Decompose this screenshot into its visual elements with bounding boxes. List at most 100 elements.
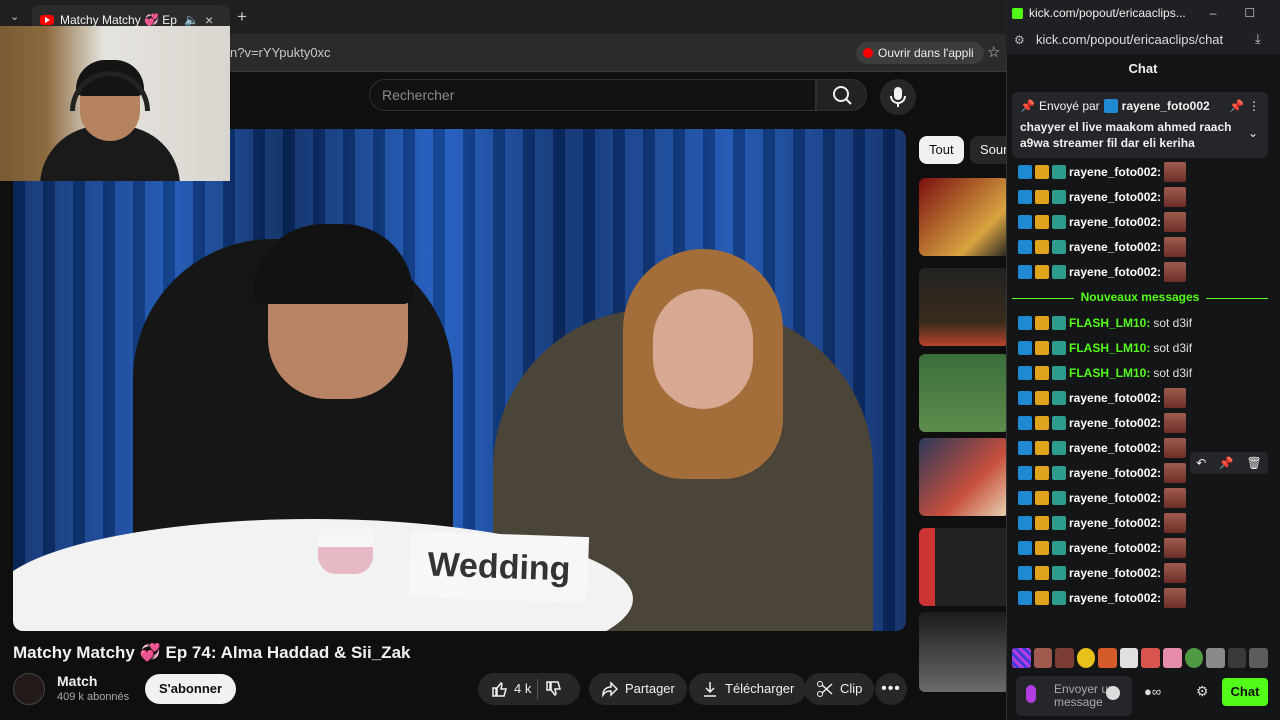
chat-username[interactable]: rayene_foto002: [1069,566,1161,580]
url-text[interactable]: n?v=rYYpukty0xc [230,45,331,60]
chat-username[interactable]: rayene_foto002: [1069,165,1161,179]
unpin-icon[interactable]: 📌 [1229,99,1244,113]
search-button[interactable] [816,79,867,111]
emote-icon[interactable] [1012,648,1031,668]
open-in-app-button[interactable]: Ouvrir dans l'appli [856,42,984,64]
search-input[interactable]: Rechercher [369,79,816,111]
emote-icon[interactable] [1076,648,1096,668]
rec-thumbnail-3[interactable] [919,354,1009,432]
emoji-picker-icon[interactable] [1106,686,1120,700]
chat-username[interactable]: rayene_foto002: [1069,591,1161,605]
video-player[interactable]: Wedding [13,129,906,631]
chat-username[interactable]: FLASH_LM10: [1069,316,1150,330]
download-button[interactable]: Télécharger [689,673,807,705]
chat-url-bar[interactable]: kick.com/popout/ericaaclips/chat [1006,26,1280,54]
voice-search-button[interactable] [880,79,916,115]
crown-badge-icon [1035,416,1049,430]
emote-icon [1164,488,1187,508]
chat-message[interactable]: rayene_foto002: [1018,388,1258,408]
rec-thumbnail-2[interactable] [919,268,1009,346]
emote-icon[interactable] [1184,648,1204,668]
crown-badge-icon [1035,391,1049,405]
emote-icon[interactable] [1055,648,1074,668]
chat-message[interactable]: rayene_foto002: [1018,187,1258,207]
new-tab-button[interactable]: + [237,7,247,27]
emote-icon[interactable] [1227,648,1247,668]
emote-icon[interactable] [1206,648,1225,668]
emote-icon [1164,538,1187,558]
chat-message[interactable]: rayene_foto002: [1018,413,1258,433]
chat-username[interactable]: rayene_foto002: [1069,240,1161,254]
site-settings-icon[interactable]: ⚙ [1014,33,1025,47]
chat-username[interactable]: rayene_foto002: [1069,541,1161,555]
chat-username[interactable]: rayene_foto002: [1069,391,1161,405]
chat-message[interactable]: rayene_foto002: [1018,563,1258,583]
chat-message[interactable]: rayene_foto002: [1018,237,1258,257]
download-tray-icon[interactable]: ⤓ [1255,31,1261,47]
chat-username[interactable]: rayene_foto002: [1069,441,1161,455]
rec-thumbnail-1[interactable] [919,178,1009,256]
subscriber-badge-icon [1052,566,1066,580]
chat-message[interactable]: rayene_foto002: [1018,513,1258,533]
chat-username[interactable]: rayene_foto002: [1069,466,1161,480]
emote-icon[interactable] [1163,648,1182,668]
chat-username[interactable]: rayene_foto002: [1069,516,1161,530]
like-button[interactable]: 4 k [490,673,531,705]
subscriber-badge-icon [1052,466,1066,480]
chat-settings-icon[interactable]: ⚙ [1196,683,1209,700]
microphone-icon[interactable] [1026,685,1036,703]
chat-username[interactable]: FLASH_LM10: [1069,366,1150,380]
send-chat-button[interactable]: Chat [1222,678,1268,706]
emote-icon [1164,262,1187,282]
emote-icon[interactable] [1098,648,1117,668]
emote-icon[interactable] [1141,648,1161,668]
emote-icon[interactable] [1249,648,1268,668]
chat-message[interactable]: FLASH_LM10: sot d3if [1018,363,1258,383]
dislike-button[interactable] [544,680,562,698]
mute-tab-icon[interactable]: 🔈 [184,13,199,27]
rec-thumbnail-5[interactable] [919,528,1009,606]
channel-avatar[interactable] [13,673,45,705]
emote-icon[interactable] [1033,648,1053,668]
channel-name[interactable]: Match [57,673,97,689]
subscribe-button[interactable]: S'abonner [145,674,237,704]
chat-message[interactable]: rayene_foto002: [1018,588,1258,608]
rec-thumbnail-4[interactable] [919,438,1009,516]
chat-message[interactable]: rayene_foto002: [1018,212,1258,232]
more-actions-button[interactable]: ••• [875,673,907,705]
crown-badge-icon [1035,541,1049,555]
chat-username[interactable]: FLASH_LM10: [1069,341,1150,355]
chat-username[interactable]: rayene_foto002: [1069,265,1161,279]
maximize-icon[interactable]: ☐ [1244,6,1255,20]
pinned-menu-icon[interactable]: ⋮ [1248,99,1260,113]
bookmark-star-icon[interactable]: ☆ [987,43,1000,61]
reply-icon[interactable]: ↶ [1196,456,1206,470]
chat-username[interactable]: rayene_foto002: [1069,215,1161,229]
chat-users-icon[interactable]: ●∞ [1144,684,1161,699]
tab-list-chevron-icon[interactable]: ⌄ [10,10,19,23]
emote-icon[interactable] [1119,648,1139,668]
chat-message-input[interactable]: Envoyer un message [1016,676,1132,716]
pin-message-icon[interactable]: 📌 [1219,456,1234,470]
share-button[interactable]: Partager [589,673,687,705]
chat-message[interactable]: FLASH_LM10: sot d3if [1018,313,1258,333]
subscriber-badge-icon [1052,391,1066,405]
chat-username[interactable]: rayene_foto002: [1069,491,1161,505]
chat-message[interactable]: FLASH_LM10: sot d3if [1018,338,1258,358]
chip-all[interactable]: Tout [919,136,964,164]
rec-thumbnail-6[interactable] [919,612,1009,692]
chat-username[interactable]: rayene_foto002: [1069,416,1161,430]
clip-button[interactable]: Clip [804,673,875,705]
download-icon [704,682,716,697]
minimize-icon[interactable]: – [1210,6,1217,20]
pinned-message[interactable]: 📌 Envoyé par rayene_foto002 📌 ⋮ chayyer … [1012,92,1268,158]
delete-icon[interactable]: 🗑 [1246,456,1261,470]
message-hover-tools: ↶ 📌 🗑 [1190,452,1268,474]
chat-message[interactable]: rayene_foto002: [1018,162,1258,182]
crown-badge-icon [1035,265,1049,279]
chat-message[interactable]: rayene_foto002: [1018,538,1258,558]
expand-chevron-icon[interactable]: ⌄ [1248,126,1258,140]
chat-message[interactable]: rayene_foto002: [1018,262,1258,282]
chat-username[interactable]: rayene_foto002: [1069,190,1161,204]
chat-message[interactable]: rayene_foto002: [1018,488,1258,508]
